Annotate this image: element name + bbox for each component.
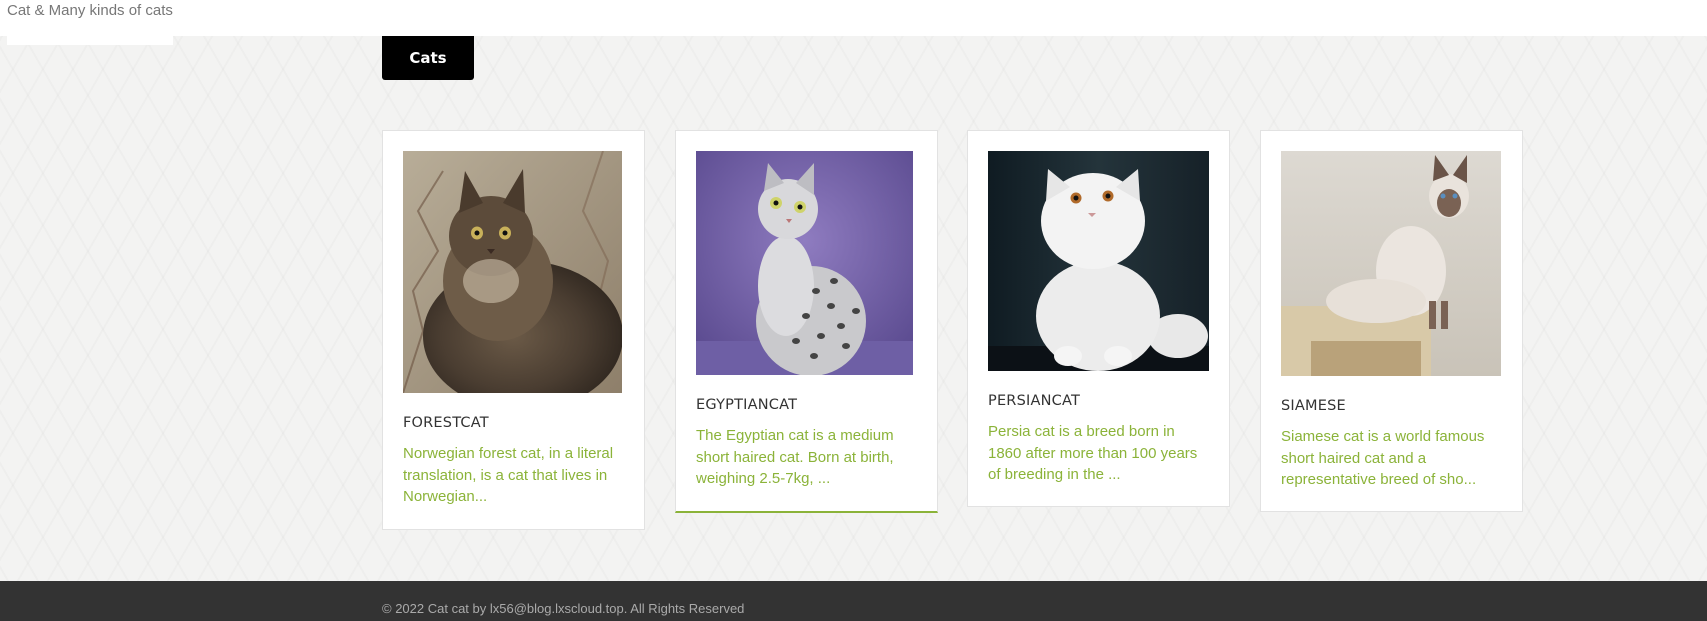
white-persian-cat-photo[interactable]	[988, 151, 1209, 371]
footer: © 2022 Cat cat by lx56@blog.lxscloud.top…	[0, 581, 1707, 621]
card-title[interactable]: SIAMESE	[1281, 398, 1502, 414]
card-title[interactable]: PERSIANCAT	[988, 393, 1209, 409]
title-underbar	[7, 36, 173, 45]
nav-tab-cats-label: Cats	[409, 49, 447, 67]
cat-card-persiancat[interactable]: PERSIANCAT Persia cat is a breed born in…	[967, 130, 1230, 507]
spotted-silver-cat-photo[interactable]	[696, 151, 915, 375]
card-description: Siamese cat is a world famous short hair…	[1281, 428, 1485, 488]
cat-card-forestcat[interactable]: FORESTCAT Norwegian forest cat, in a lit…	[382, 130, 645, 530]
cat-card-egyptiancat[interactable]: EGYPTIANCAT The Egyptian cat is a medium…	[675, 130, 938, 513]
nav-tab-cats[interactable]: Cats	[382, 36, 474, 80]
long-haired-tabby-cat-photo[interactable]	[403, 151, 622, 393]
card-description: Persia cat is a breed born in 1860 after…	[988, 423, 1198, 483]
card-description: The Egyptian cat is a medium short haire…	[696, 427, 894, 487]
site-title[interactable]: Cat & Many kinds of cats	[7, 2, 173, 19]
cat-card-siamese[interactable]: SIAMESE Siamese cat is a world famous sh…	[1260, 130, 1523, 512]
copyright-text: © 2022 Cat cat by lx56@blog.lxscloud.top…	[382, 601, 745, 616]
card-title[interactable]: FORESTCAT	[403, 415, 624, 431]
card-title[interactable]: EGYPTIANCAT	[696, 397, 917, 413]
card-description: Norwegian forest cat, in a literal trans…	[403, 445, 614, 505]
siamese-cat-photo[interactable]	[1281, 151, 1501, 376]
top-bar: Cat & Many kinds of cats	[0, 0, 1707, 36]
